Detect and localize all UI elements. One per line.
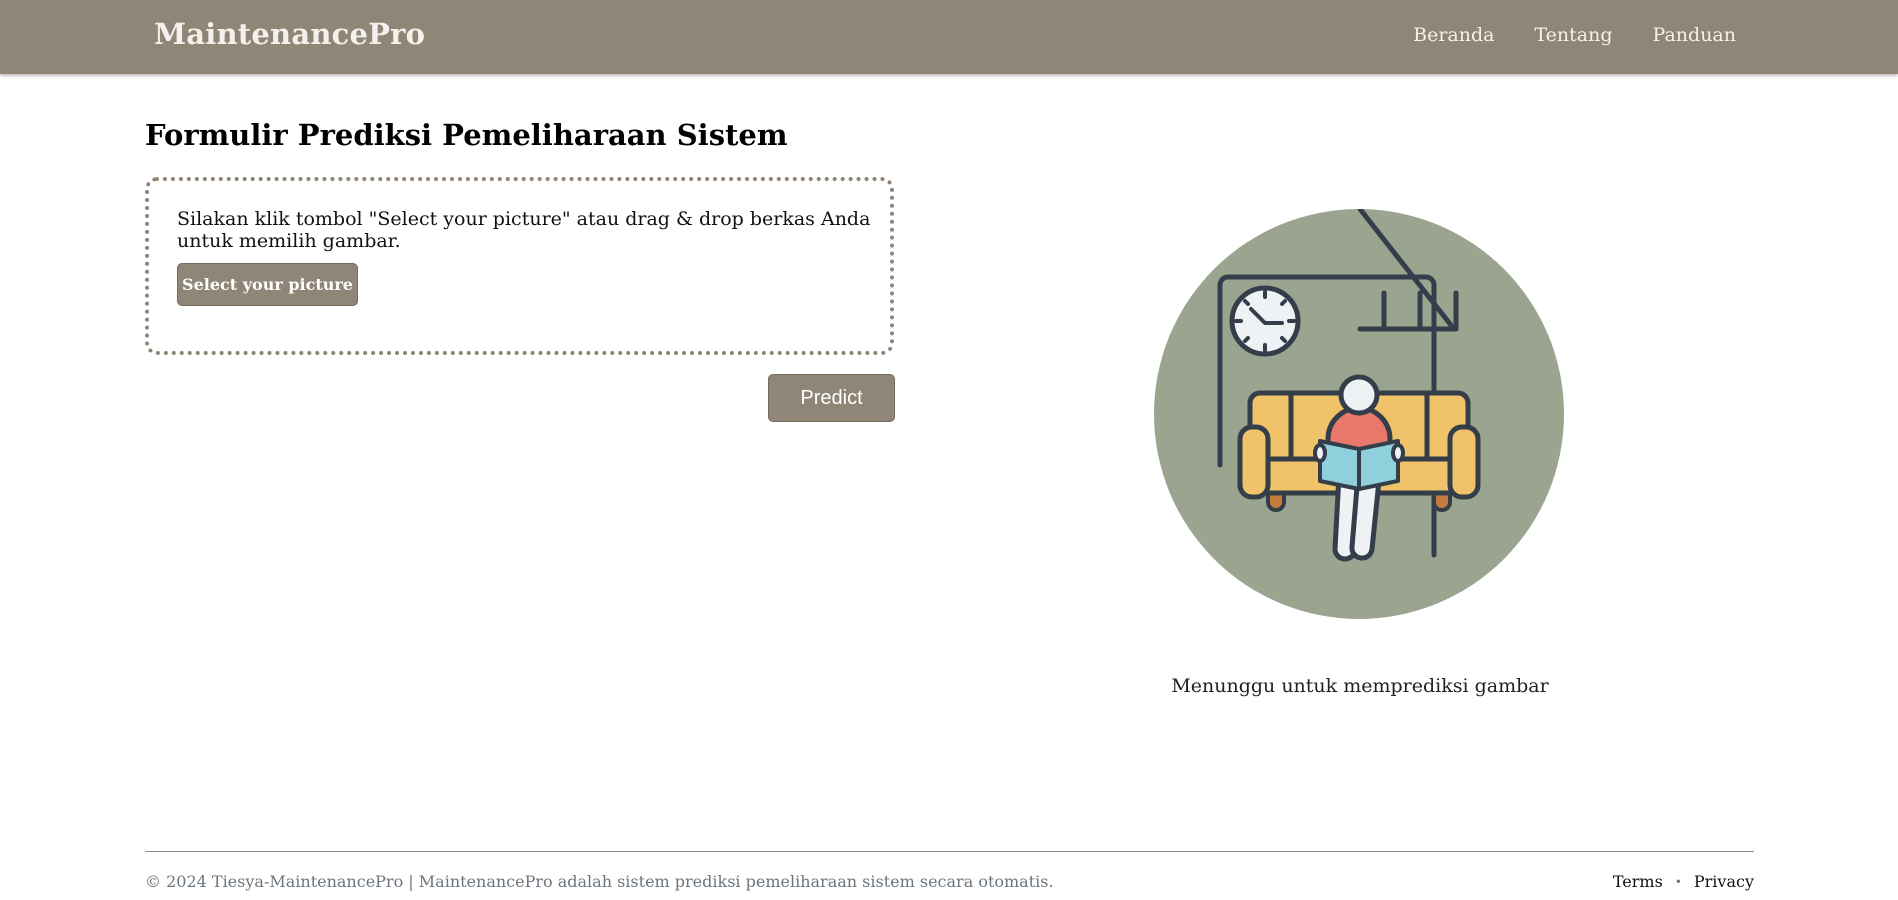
footer-link-privacy[interactable]: Privacy	[1694, 872, 1754, 891]
predict-button[interactable]: Predict	[768, 374, 895, 422]
page-title: Formulir Prediksi Pemeliharaan Sistem	[145, 118, 788, 152]
select-picture-button[interactable]: Select your picture	[177, 263, 358, 306]
footer-copyright: © 2024 Tiesya-MaintenancePro | Maintenan…	[145, 872, 1054, 891]
person-head	[1338, 374, 1380, 416]
footer-divider	[145, 851, 1754, 852]
file-drop-zone[interactable]: Silakan klik tombol "Select your picture…	[145, 177, 894, 355]
footer-links: Terms • Privacy	[1613, 872, 1754, 891]
wall-clock-icon	[1229, 285, 1301, 357]
prediction-status: Menunggu untuk memprediksi gambar	[1171, 675, 1549, 697]
person-reading-on-sofa-icon	[1154, 209, 1564, 619]
brand-logo[interactable]: MaintenancePro	[154, 17, 425, 51]
top-navbar: MaintenancePro Beranda Tentang Panduan	[0, 0, 1898, 74]
footer-separator: •	[1674, 874, 1682, 889]
nav-link-panduan[interactable]: Panduan	[1653, 24, 1736, 46]
nav-links: Beranda Tentang Panduan	[1413, 24, 1736, 46]
nav-link-tentang[interactable]: Tentang	[1534, 24, 1612, 46]
drop-zone-instructions: Silakan klik tombol "Select your picture…	[177, 208, 871, 252]
footer-link-terms[interactable]: Terms	[1613, 872, 1663, 891]
nav-link-beranda[interactable]: Beranda	[1413, 24, 1494, 46]
book-icon	[1318, 439, 1400, 491]
